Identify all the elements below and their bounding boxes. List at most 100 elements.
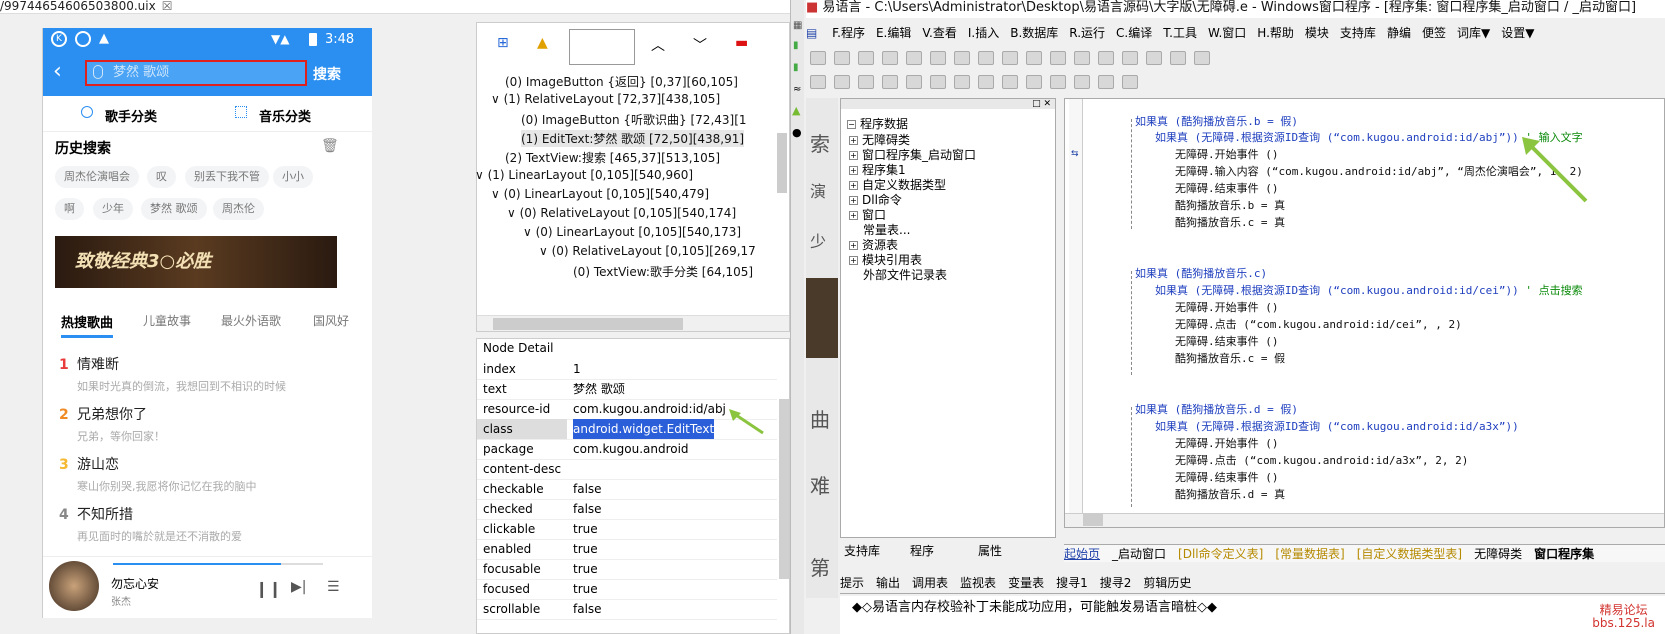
align-icon[interactable] xyxy=(882,75,898,89)
code-line[interactable]: 如果真 (无障碍.根据资源ID查询 (“com.kugou.android:id… xyxy=(1155,282,1583,298)
code-tab[interactable]: 起始页 xyxy=(1064,547,1100,561)
history-chip[interactable]: 少年 xyxy=(93,198,133,220)
detail-row[interactable]: package com.kugou.android xyxy=(477,439,777,460)
history-chip[interactable]: 梦然 歌颂 xyxy=(141,198,207,220)
detail-row[interactable]: checkable false xyxy=(477,479,777,500)
detail-row[interactable]: clickable true xyxy=(477,519,777,540)
detail-row[interactable]: text 梦然 歌颂 xyxy=(477,379,777,400)
tree-node[interactable]: (0) ImageButton {听歌识曲} [72,43][1 xyxy=(521,111,747,128)
cut-icon[interactable] xyxy=(882,51,898,65)
output-tab[interactable]: 监视表 xyxy=(960,576,996,590)
search-input[interactable]: 梦然 歌颂 xyxy=(85,60,307,86)
menu-item[interactable]: I.插入 xyxy=(968,22,999,44)
code-line[interactable]: 无障碍.开始事件 () xyxy=(1175,435,1279,451)
align-icon[interactable] xyxy=(930,75,946,89)
close-icon[interactable]: □ ✕ xyxy=(841,99,1055,109)
tab-support-lib[interactable]: 支持库 xyxy=(844,542,880,559)
history-chip[interactable]: 叹 xyxy=(147,166,176,188)
tree-node[interactable]: ∨ (0) RelativeLayout [0,105][269,17 xyxy=(539,244,756,258)
menu-item[interactable]: E.编辑 xyxy=(876,22,911,44)
tab-properties[interactable]: 属性 xyxy=(978,542,1002,559)
detail-scrollbar[interactable] xyxy=(779,399,789,579)
code-line[interactable]: 无障碍.点击 (“com.kugou.android:id/cei”, , 2) xyxy=(1175,316,1462,332)
align-icon[interactable] xyxy=(1122,75,1138,89)
mic-icon[interactable] xyxy=(93,65,103,79)
undo-icon[interactable] xyxy=(954,51,970,65)
tab-foreign[interactable]: 最火外语歌 xyxy=(221,312,281,329)
code-line[interactable]: 酷狗播放音乐.d = 真 xyxy=(1175,486,1285,502)
step-icon[interactable] xyxy=(1122,51,1138,65)
output-tab[interactable]: 搜寻1 xyxy=(1056,576,1088,590)
align-icon[interactable] xyxy=(1002,75,1018,89)
output-tab[interactable]: 调用表 xyxy=(912,576,948,590)
playlist-icon[interactable]: ☰ xyxy=(327,579,340,595)
copy-icon[interactable] xyxy=(906,51,922,65)
open-icon[interactable] xyxy=(834,51,850,65)
tab-hot[interactable]: 热搜歌曲 xyxy=(61,312,114,338)
horizontal-scrollbar[interactable] xyxy=(477,315,789,331)
align-icon[interactable] xyxy=(1074,75,1090,89)
history-chip[interactable]: 啊 xyxy=(55,198,84,220)
tree-node[interactable]: ∨ (0) LinearLayout [0,105][540,479] xyxy=(491,187,709,201)
code-editor[interactable]: ⇆ 如果真 (酷狗播放音乐.b = 假) 如果真 (无障碍.根据资源ID查询 (… xyxy=(1064,98,1665,528)
search-box[interactable] xyxy=(569,29,635,65)
stop-icon[interactable] xyxy=(1098,51,1114,65)
tree-node[interactable]: (0) ImageButton {返回} [0,37][60,105] xyxy=(505,73,738,90)
code-line[interactable]: 无障碍.结束事件 () xyxy=(1175,333,1279,349)
tab-kids[interactable]: 儿童故事 xyxy=(143,312,191,329)
code-line[interactable]: 无障碍.开始事件 () xyxy=(1175,299,1279,315)
code-line[interactable]: 无障碍.结束事件 () xyxy=(1175,180,1279,196)
align-icon[interactable] xyxy=(1050,75,1066,89)
code-line[interactable]: 如果真 (无障碍.根据资源ID查询 (“com.kugou.android:id… xyxy=(1155,129,1583,145)
album-cover[interactable] xyxy=(49,561,99,611)
next-icon[interactable]: ▶| xyxy=(291,579,306,595)
output-tab[interactable]: 搜寻2 xyxy=(1100,576,1132,590)
menu-item[interactable]: 静编 xyxy=(1387,22,1411,44)
redo-icon[interactable] xyxy=(978,51,994,65)
code-tab[interactable]: 窗口程序集 xyxy=(1534,547,1594,561)
tree-node[interactable]: ∨ (0) RelativeLayout [0,105][540,174] xyxy=(507,206,736,220)
tree-item[interactable]: 外部文件记录表 xyxy=(863,266,947,283)
align-icon[interactable] xyxy=(954,75,970,89)
trash-icon[interactable]: 🗑 xyxy=(321,138,339,154)
output-tab[interactable]: 提示 xyxy=(840,576,864,590)
detail-row[interactable]: focused true xyxy=(477,579,777,600)
code-line[interactable]: 无障碍.点击 (“com.kugou.android:id/a3x”, 2, 2… xyxy=(1175,452,1468,468)
search-button[interactable]: 搜索 xyxy=(313,64,341,84)
code-scrollbar[interactable] xyxy=(1065,513,1664,527)
code-line[interactable]: 如果真 (酷狗播放音乐.d = 假) xyxy=(1135,401,1298,417)
tab-guofeng[interactable]: 国风好 xyxy=(313,312,349,329)
warning-icon[interactable]: ▲ xyxy=(537,35,548,51)
layout-icon[interactable] xyxy=(1002,51,1018,65)
menu-item[interactable]: W.窗口 xyxy=(1208,22,1246,44)
detail-row[interactable]: enabled true xyxy=(477,539,777,560)
song-item[interactable]: 4 不知所措 再见面时的嘴於就是还不消散的爱 xyxy=(59,504,359,544)
align-icon[interactable] xyxy=(906,75,922,89)
menu-item[interactable]: B.数据库 xyxy=(1010,22,1058,44)
detail-row[interactable]: content-desc xyxy=(477,459,777,480)
menu-item[interactable]: T.工具 xyxy=(1163,22,1197,44)
tree-node[interactable]: (2) TextView:搜索 [465,37][513,105] xyxy=(505,149,720,166)
code-line[interactable]: 无障碍.开始事件 () xyxy=(1175,146,1279,162)
detail-row[interactable]: focusable true xyxy=(477,559,777,580)
back-icon[interactable]: ‹ xyxy=(53,60,62,84)
code-tab[interactable]: _启动窗口 xyxy=(1112,547,1166,561)
song-item[interactable]: 3 游山恋 寒山你别哭,我愿将你记忆在我的脑中 xyxy=(59,454,359,494)
output-tab[interactable]: 剪辑历史 xyxy=(1143,576,1191,590)
detail-row[interactable]: index 1 xyxy=(477,359,777,380)
save-icon[interactable] xyxy=(858,51,874,65)
history-chip[interactable]: 周杰伦 xyxy=(213,198,264,220)
code-line[interactable]: 如果真 (无障碍.根据资源ID查询 (“com.kugou.android:id… xyxy=(1155,418,1519,434)
hand-icon[interactable] xyxy=(1170,51,1186,65)
screenshot-icon[interactable]: ⊞ xyxy=(497,35,509,51)
music-category[interactable]: 音乐分类 xyxy=(259,106,311,125)
run-icon[interactable] xyxy=(1074,51,1090,65)
tree-node[interactable]: ∨ (0) LinearLayout [0,105][540,173] xyxy=(523,225,741,239)
menu-item[interactable]: 设置▼ xyxy=(1501,22,1534,44)
detail-row[interactable]: scrollable false xyxy=(477,599,777,620)
layout-icon[interactable] xyxy=(1050,51,1066,65)
code-line[interactable]: 酷狗播放音乐.b = 真 xyxy=(1175,197,1285,213)
tree-node[interactable]: ∨ (1) RelativeLayout [72,37][438,105] xyxy=(491,92,720,106)
menu-item[interactable]: R.运行 xyxy=(1069,22,1105,44)
align-icon[interactable] xyxy=(858,75,874,89)
